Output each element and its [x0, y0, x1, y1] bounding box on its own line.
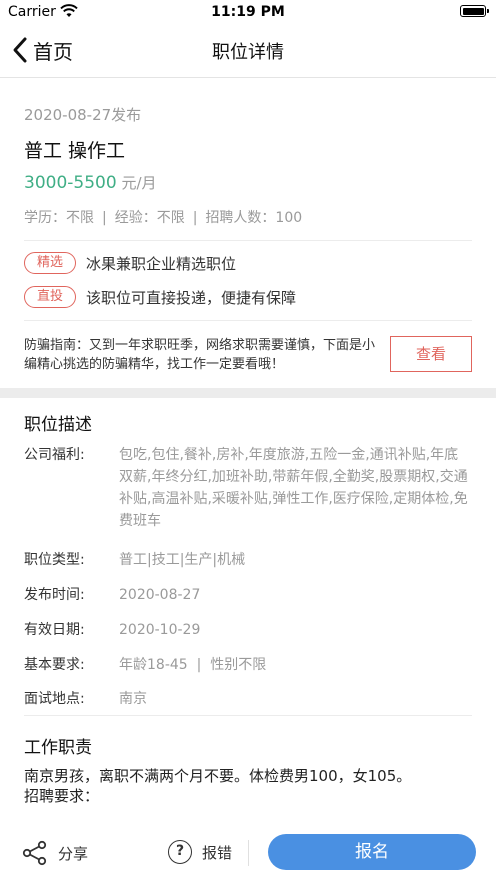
tag-row-featured: 精选 冰果兼职企业精选职位 [24, 252, 236, 274]
question-icon: ? [168, 840, 192, 864]
bottom-action-bar: 分享 ? 报错 报名 [0, 826, 496, 882]
section-separator [0, 388, 496, 398]
basic-requirement-label: 基本要求: [24, 657, 85, 673]
publish-time-row: 发布时间: 2020-08-27 [24, 584, 472, 606]
nav-bar: 首页 职位详情 [0, 24, 496, 78]
education-req: 学历：不限 [24, 210, 94, 226]
welfare-row: 公司福利: 包吃,包住,餐补,房补,年度旅游,五险一金,通讯补贴,年底双薪,年终… [24, 444, 472, 532]
job-type-value: 普工|技工|生产|机械 [119, 552, 246, 568]
anti-fraud-guide: 防骗指南：又到一年求职旺季，网络求职需要谨慎，下面是小编精心挑选的防骗精华，找工… [24, 338, 376, 372]
direct-tag-text: 该职位可直接投递，便捷有保障 [86, 288, 297, 307]
divider [24, 240, 472, 241]
apply-button[interactable]: 报名 [268, 834, 476, 870]
divider [24, 715, 472, 716]
battery-icon [460, 5, 489, 17]
welfare-label: 公司福利: [24, 447, 85, 463]
publish-date: 2020-08-27发布 [24, 106, 142, 124]
divider [24, 320, 472, 321]
publish-time-label: 发布时间: [24, 587, 85, 603]
share-label: 分享 [58, 844, 89, 863]
valid-date-row: 有效日期: 2020-10-29 [24, 619, 472, 641]
requirements-line: 学历：不限 | 经验：不限 | 招聘人数：100 [24, 210, 303, 226]
description-heading: 职位描述 [24, 415, 92, 435]
salary-unit: 元/月 [116, 174, 157, 192]
featured-tag-text: 冰果兼职企业精选职位 [86, 254, 237, 273]
experience-req: 经验：不限 [114, 210, 185, 226]
tag-row-direct: 直投 该职位可直接投递，便捷有保障 [24, 286, 296, 308]
job-type-label: 职位类型: [24, 552, 85, 568]
clock-time: 11:19 PM [211, 4, 285, 20]
basic-requirement-row: 基本要求: 年龄18-45 | 性别不限 [24, 654, 472, 676]
welfare-value: 包吃,包住,餐补,房补,年度旅游,五险一金,通讯补贴,年底双薪,年终分红,加班补… [119, 447, 468, 529]
salary-range: 3000-5500 [24, 173, 117, 193]
page-title: 职位详情 [212, 42, 284, 63]
duties-heading: 工作职责 [24, 738, 92, 758]
interview-location-value: 南京 [119, 691, 147, 707]
interview-location-label: 面试地点: [24, 691, 85, 707]
job-type-row: 职位类型: 普工|技工|生产|机械 [24, 549, 472, 571]
status-bar: Carrier 11:19 PM [0, 0, 496, 24]
valid-date-value: 2020-10-29 [119, 622, 201, 638]
valid-date-label: 有效日期: [24, 622, 85, 638]
direct-tag: 直投 [24, 286, 77, 308]
share-icon [22, 840, 47, 866]
job-title: 普工 操作工 [24, 140, 126, 162]
featured-tag: 精选 [24, 252, 77, 274]
basic-requirement-value: 年龄18-45 | 性别不限 [119, 657, 267, 673]
divider [248, 840, 249, 866]
share-button[interactable]: 分享 [22, 840, 88, 866]
report-error-button[interactable]: ? 报错 [168, 840, 232, 864]
salary: 3000-5500 元/月 [24, 172, 157, 193]
interview-location-row: 面试地点: 南京 [24, 688, 472, 710]
publish-time-value: 2020-08-27 [119, 587, 201, 603]
headcount: 招聘人数：100 [205, 210, 303, 226]
report-label: 报错 [202, 843, 233, 862]
duties-text: 南京男孩，离职不满两个月不要。体检费男100，女105。 招聘要求： [24, 767, 412, 805]
view-guide-button[interactable]: 查看 [390, 336, 472, 372]
